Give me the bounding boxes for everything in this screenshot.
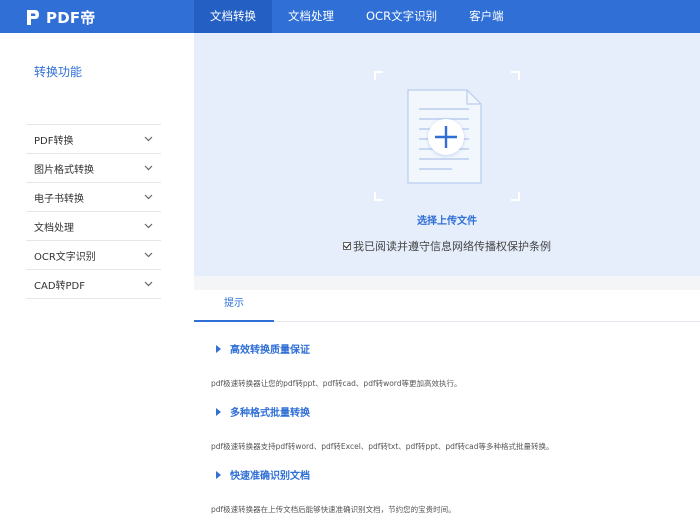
nav-item-document-process[interactable]: 文档处理 xyxy=(272,0,350,33)
sidebar-item-label: 图片格式转换 xyxy=(34,164,94,176)
sidebar-item-cad-to-pdf[interactable]: CAD转PDF xyxy=(26,270,161,299)
tip-description: pdf极速转换器让您的pdf转ppt、pdf转cad、pdf转word等更加高效… xyxy=(211,379,462,388)
sidebar-item-label: OCR文字识别 xyxy=(34,251,96,263)
chevron-down-icon xyxy=(144,223,153,229)
tip-description: pdf极速转换器支持pdf转word、pdf转Excel、pdf转txt、pdf… xyxy=(211,442,554,451)
logo-icon xyxy=(27,9,39,25)
triangle-right-icon xyxy=(216,407,221,416)
sidebar-item-document-process[interactable]: 文档处理 xyxy=(26,212,161,241)
top-nav-bar: PDF帝 文档转换 文档处理 OCR文字识别 客户端 xyxy=(0,0,700,33)
tip-heading: 快速准确识别文档 xyxy=(216,467,310,482)
nav-item-ocr[interactable]: OCR文字识别 xyxy=(350,0,453,33)
agreement-checkbox[interactable] xyxy=(343,242,351,250)
sidebar-menu: PDF转换 图片格式转换 电子书转换 文档处理 OCR文字识别 CAD转PDF xyxy=(26,124,161,299)
sidebar-title: 转换功能 xyxy=(34,65,83,79)
sidebar-item-ocr[interactable]: OCR文字识别 xyxy=(26,241,161,270)
sidebar-item-label: PDF转换 xyxy=(34,135,74,147)
chevron-down-icon xyxy=(144,281,153,287)
tip-title: 高效转换质量保证 xyxy=(230,345,310,356)
tip-title: 多种格式批量转换 xyxy=(230,408,310,419)
tip-heading: 多种格式批量转换 xyxy=(216,404,310,419)
nav-item-document-convert[interactable]: 文档转换 xyxy=(194,0,272,33)
chevron-down-icon xyxy=(144,194,153,200)
tip-title: 快速准确识别文档 xyxy=(230,471,310,482)
upload-area[interactable]: 选择上传文件 我已阅读并遵守信息网络传播权保护条例 xyxy=(194,33,700,276)
upload-dropzone[interactable] xyxy=(374,71,520,201)
tip-heading: 高效转换质量保证 xyxy=(216,341,310,356)
sidebar-item-image-convert[interactable]: 图片格式转换 xyxy=(26,154,161,183)
nav-item-client[interactable]: 客户端 xyxy=(453,0,520,33)
sidebar-item-label: CAD转PDF xyxy=(34,280,86,292)
triangle-right-icon xyxy=(216,470,221,479)
agreement-text: 我已阅读并遵守信息网络传播权保护条例 xyxy=(353,240,551,253)
plus-icon xyxy=(435,126,457,148)
sidebar: 转换功能 PDF转换 图片格式转换 电子书转换 文档处理 OCR文字识别 CAD… xyxy=(0,33,194,522)
choose-file-link[interactable]: 选择上传文件 xyxy=(194,212,700,227)
agreement-row: 我已阅读并遵守信息网络传播权保护条例 xyxy=(194,238,700,254)
main-nav: 文档转换 文档处理 OCR文字识别 客户端 xyxy=(194,0,520,33)
chevron-down-icon xyxy=(144,136,153,142)
tips-tabbar: 提示 xyxy=(194,290,700,322)
sidebar-item-label: 文档处理 xyxy=(34,222,74,234)
sidebar-item-pdf-convert[interactable]: PDF转换 xyxy=(26,125,161,154)
logo-text: PDF帝 xyxy=(46,8,96,27)
add-file-button[interactable] xyxy=(428,119,464,155)
tips-panel: 提示 高效转换质量保证 pdf极速转换器让您的pdf转ppt、pdf转cad、p… xyxy=(194,290,700,522)
logo[interactable]: PDF帝 xyxy=(25,6,96,28)
tab-tips[interactable]: 提示 xyxy=(194,290,274,322)
chevron-down-icon xyxy=(144,165,153,171)
sidebar-item-label: 电子书转换 xyxy=(34,193,84,205)
triangle-right-icon xyxy=(216,344,221,353)
chevron-down-icon xyxy=(144,252,153,258)
tip-description: pdf极速转换器在上传文档后能够快速准确识别文档，节约您的宝贵时间。 xyxy=(211,505,456,514)
sidebar-item-ebook-convert[interactable]: 电子书转换 xyxy=(26,183,161,212)
